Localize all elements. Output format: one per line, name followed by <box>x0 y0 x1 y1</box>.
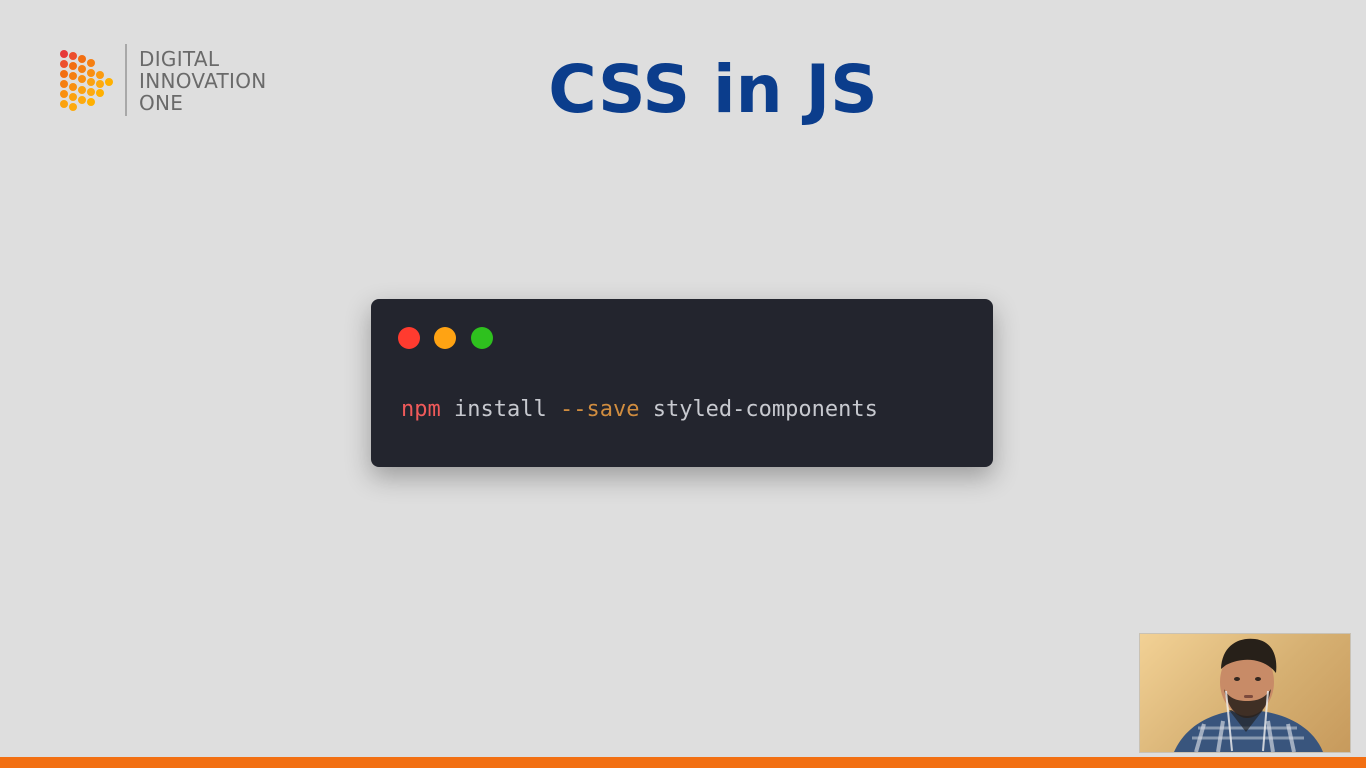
slide-title: CSS in JS <box>548 51 878 128</box>
presenter-webcam <box>1139 633 1351 753</box>
command-action: install <box>454 397 547 422</box>
command-program: npm <box>401 397 441 422</box>
terminal-command: npm install --save styled-components <box>401 395 878 425</box>
maximize-dot-icon <box>471 327 493 349</box>
command-package: styled-components <box>652 397 878 422</box>
presenter-icon <box>1174 638 1323 752</box>
terminal-window: npm install --save styled-components <box>371 299 993 467</box>
close-dot-icon <box>398 327 420 349</box>
minimize-dot-icon <box>434 327 456 349</box>
accent-bottom-bar <box>0 757 1366 768</box>
command-flag: --save <box>559 397 640 422</box>
slide: DIGITAL INNOVATION ONE CSS in JS npm ins… <box>0 0 1366 768</box>
